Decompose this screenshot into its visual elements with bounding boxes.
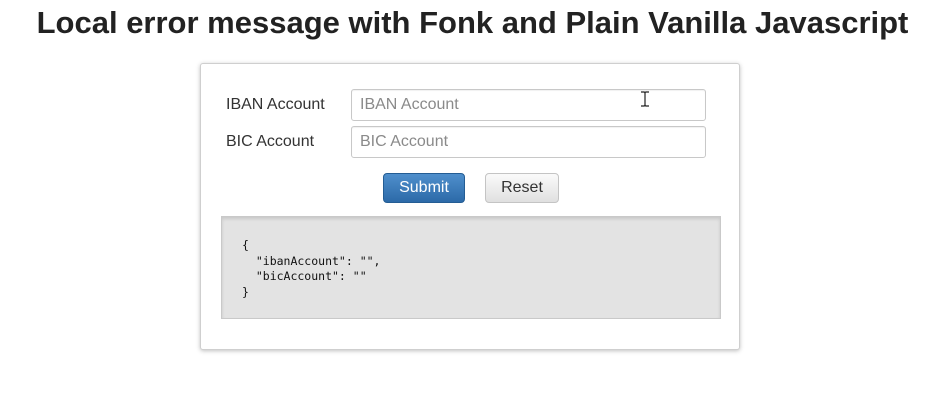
iban-input[interactable] xyxy=(351,89,706,121)
reset-button[interactable]: Reset xyxy=(485,173,559,203)
submit-button[interactable]: Submit xyxy=(383,173,465,203)
form-panel: IBAN Account BIC Account Submit Reset { … xyxy=(200,63,740,350)
text-cursor-icon xyxy=(641,91,649,107)
bic-label: BIC Account xyxy=(226,133,315,150)
iban-label: IBAN Account xyxy=(226,96,325,113)
json-output: { "ibanAccount": "", "bicAccount": "" } xyxy=(221,216,721,319)
bic-input[interactable] xyxy=(351,126,706,158)
page-title: Local error message with Fonk and Plain … xyxy=(36,5,909,40)
iban-row: IBAN Account xyxy=(226,89,706,121)
bic-row: BIC Account xyxy=(226,126,706,158)
